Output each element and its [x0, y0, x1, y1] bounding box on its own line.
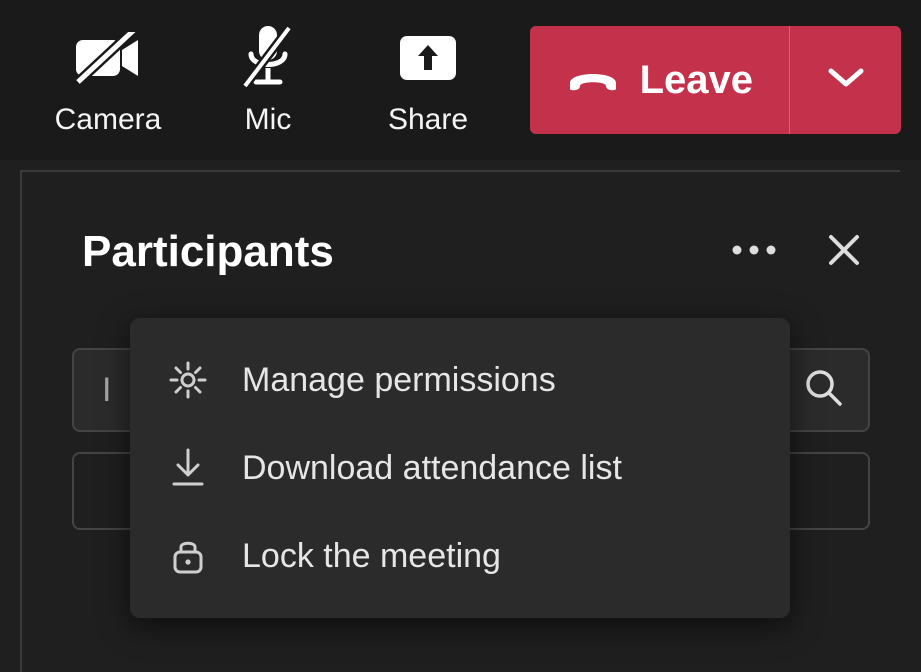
- chevron-down-icon: [826, 66, 866, 95]
- more-horizontal-icon: [730, 243, 778, 262]
- close-panel-button[interactable]: [818, 226, 870, 278]
- search-icon: [803, 367, 845, 414]
- leave-label: Leave: [640, 58, 753, 103]
- camera-off-icon: [72, 23, 144, 93]
- share-button[interactable]: Share: [348, 0, 508, 160]
- more-options-button[interactable]: [728, 226, 780, 278]
- menu-item-lock-meeting[interactable]: Lock the meeting: [130, 512, 790, 600]
- menu-item-label: Download attendance list: [242, 449, 622, 488]
- share-label: Share: [388, 103, 468, 137]
- menu-item-download-attendance[interactable]: Download attendance list: [130, 424, 790, 512]
- search-button[interactable]: [778, 348, 870, 432]
- leave-button[interactable]: Leave: [530, 26, 789, 134]
- mic-off-icon: [239, 23, 297, 93]
- camera-label: Camera: [55, 103, 162, 137]
- hangup-icon: [566, 63, 620, 98]
- leave-button-group: Leave: [530, 26, 901, 134]
- panel-actions: [728, 226, 870, 278]
- camera-button[interactable]: Camera: [28, 0, 188, 160]
- download-icon: [166, 448, 210, 488]
- lock-icon: [166, 536, 210, 576]
- menu-item-manage-permissions[interactable]: Manage permissions: [130, 336, 790, 424]
- participants-panel: Participants: [20, 170, 900, 672]
- mic-button[interactable]: Mic: [188, 0, 348, 160]
- menu-item-label: Manage permissions: [242, 361, 556, 400]
- participants-context-menu: Manage permissions Download attendance l…: [130, 318, 790, 618]
- invite-input-text: I: [102, 371, 111, 410]
- mic-label: Mic: [245, 103, 292, 137]
- leave-options-button[interactable]: [789, 26, 901, 134]
- share-screen-icon: [398, 23, 458, 93]
- menu-item-label: Lock the meeting: [242, 537, 501, 576]
- call-toolbar: Camera Mic Share: [0, 0, 921, 160]
- panel-title: Participants: [82, 227, 728, 277]
- panel-header: Participants: [22, 212, 900, 292]
- gear-icon: [166, 361, 210, 399]
- close-icon: [826, 232, 862, 273]
